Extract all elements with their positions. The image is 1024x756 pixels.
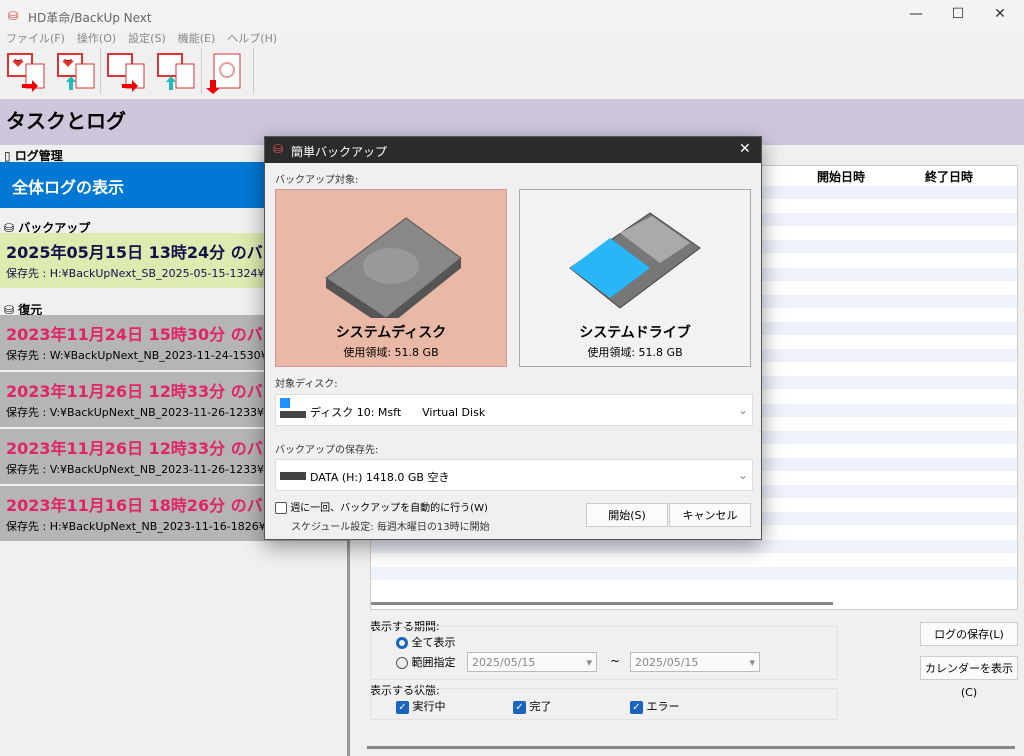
calendar-dropdown-icon: ▾ <box>749 656 755 669</box>
system-disk-card[interactable]: システムディスク 使用領域: 51.8 GB <box>275 189 507 367</box>
chevron-down-icon: ⌄ <box>738 403 749 417</box>
menu-settings[interactable]: 設定(S) <box>128 32 166 45</box>
task-path: 保存先 : V:¥BackUpNext_NB_2023-11-26-1233¥ <box>6 463 265 476</box>
title-bar: ⛁ HD革命/BackUp Next — ☐ ✕ <box>0 0 1024 32</box>
backup-drive-toolbar-button[interactable] <box>104 50 148 94</box>
save-log-button[interactable]: ログの保存(L) <box>920 622 1018 646</box>
page-title: タスクとログ <box>6 109 126 133</box>
done-checkbox[interactable]: ✓ 完了 <box>513 698 552 714</box>
close-button[interactable]: ✕ <box>990 6 1010 22</box>
weekly-checkbox[interactable]: 週に一回、バックアップを自動的に行う(W) <box>275 499 488 514</box>
column-header-end[interactable]: 終了日時 <box>925 168 973 185</box>
backup-disk-toolbar-button[interactable] <box>4 50 48 94</box>
menu-help[interactable]: ヘルプ(H) <box>227 32 277 45</box>
horizontal-scrollbar[interactable] <box>371 602 833 605</box>
to-date-picker[interactable]: 2025/05/15 ▾ <box>630 652 760 672</box>
task-path: 保存先 : H:¥BackUpNext_NB_2023-11-16-1826¥ <box>6 520 266 533</box>
schedule-text: スケジュール設定: 毎週木曜日の13時に開始 <box>291 522 490 533</box>
table-row[interactable] <box>371 553 1017 567</box>
toolbar-separator <box>201 48 202 94</box>
check-icon: ✓ <box>630 701 643 714</box>
table-row[interactable] <box>371 539 1017 553</box>
card-name: システムドライブ <box>579 325 691 341</box>
error-checkbox[interactable]: ✓ エラー <box>630 698 680 714</box>
error-label: エラー <box>646 700 680 713</box>
task-path: 保存先 : V:¥BackUpNext_NB_2023-11-26-1233¥ <box>6 406 265 419</box>
target-label: バックアップ対象: <box>275 175 359 186</box>
toolbar-separator <box>100 48 101 94</box>
from-date: 2025/05/15 <box>472 656 536 669</box>
radio-empty-icon <box>396 657 408 669</box>
task-path: 保存先 : H:¥BackUpNext_SB_2025-05-15-1324¥ <box>6 267 265 280</box>
drive-icon <box>569 212 701 309</box>
dialog-close-button[interactable]: ✕ <box>739 141 751 157</box>
restore-disk-toolbar-button[interactable] <box>54 50 98 94</box>
table-row[interactable] <box>371 580 1017 594</box>
done-label: 完了 <box>529 700 552 713</box>
to-date: 2025/05/15 <box>635 656 699 669</box>
menu-bar: ファイル(F) 操作(O) 設定(S) 機能(E) ヘルプ(H) <box>0 30 283 48</box>
card-name: システムディスク <box>335 325 447 341</box>
all-radio-label: 全て表示 <box>411 636 456 649</box>
check-icon: ✓ <box>513 701 526 714</box>
running-checkbox[interactable]: ✓ 実行中 <box>396 698 446 714</box>
schedule-toolbar-button[interactable] <box>206 50 250 94</box>
drive-small-icon <box>280 472 306 480</box>
dialog-title: 簡単バックアップ <box>291 145 388 159</box>
restore-drive-toolbar-button[interactable] <box>154 50 198 94</box>
all-radio[interactable]: 全て表示 <box>396 634 456 650</box>
cancel-button[interactable]: キャンセル <box>669 503 751 527</box>
check-icon: ✓ <box>396 701 409 714</box>
log-section-label: ログ管理 <box>14 149 63 163</box>
column-header-start[interactable]: 開始日時 <box>817 168 865 185</box>
menu-function[interactable]: 機能(E) <box>178 32 216 45</box>
table-row[interactable] <box>371 566 1017 580</box>
dest-value: DATA (H:) 1418.0 GB 空き <box>310 471 450 484</box>
show-calendar-button[interactable]: カレンダーを表示(C) <box>920 656 1018 699</box>
dialog-title-bar: ⛁ 簡単バックアップ ✕ <box>265 137 761 163</box>
app-icon: ⛁ <box>273 142 284 156</box>
system-drive-card[interactable]: システムドライブ 使用領域: 51.8 GB <box>519 189 751 367</box>
app-icon: ⛁ <box>8 9 19 23</box>
card-usage: 使用領域: 51.8 GB <box>587 346 683 359</box>
target-disk-select[interactable]: ディスク 10: Msft Virtual Disk ⌄ <box>275 394 753 426</box>
start-button[interactable]: 開始(S) <box>586 503 668 527</box>
windows-icon <box>280 398 290 408</box>
range-radio[interactable]: 範囲指定 <box>396 654 456 670</box>
destination-select[interactable]: DATA (H:) 1418.0 GB 空き ⌄ <box>275 459 753 491</box>
hard-disk-icon <box>325 217 462 318</box>
task-path: 保存先 : W:¥BackUpNext_NB_2023-11-24-1530¥ <box>6 349 268 362</box>
chevron-down-icon: ⌄ <box>738 468 749 482</box>
card-usage: 使用領域: 51.8 GB <box>343 346 439 359</box>
toolbar-separator <box>253 48 254 94</box>
menu-operation[interactable]: 操作(O) <box>77 32 116 45</box>
easy-backup-dialog: ⛁ 簡単バックアップ ✕ バックアップ対象: システムディスク 使用領域: 51… <box>264 136 762 540</box>
disk-value: ディスク 10: Msft Virtual Disk <box>310 406 486 419</box>
menu-file[interactable]: ファイル(F) <box>6 32 65 45</box>
date-tilde: ~ <box>610 654 621 668</box>
dest-label: バックアップの保存先: <box>275 445 379 456</box>
window-title: HD革命/BackUp Next <box>28 11 152 25</box>
calendar-dropdown-icon: ▾ <box>586 656 592 669</box>
bottom-scrollbar[interactable] <box>367 746 1015 749</box>
weekly-label: 週に一回、バックアップを自動的に行う(W) <box>290 503 488 514</box>
running-label: 実行中 <box>412 700 446 713</box>
radio-selected-icon <box>396 637 408 649</box>
minimize-button[interactable]: — <box>906 6 926 22</box>
checkbox-empty-icon <box>275 502 287 514</box>
from-date-picker[interactable]: 2025/05/15 ▾ <box>467 652 597 672</box>
disk-icon <box>280 411 306 418</box>
disk-label: 対象ディスク: <box>275 379 338 390</box>
maximize-button[interactable]: ☐ <box>948 6 968 22</box>
range-radio-label: 範囲指定 <box>411 656 456 669</box>
